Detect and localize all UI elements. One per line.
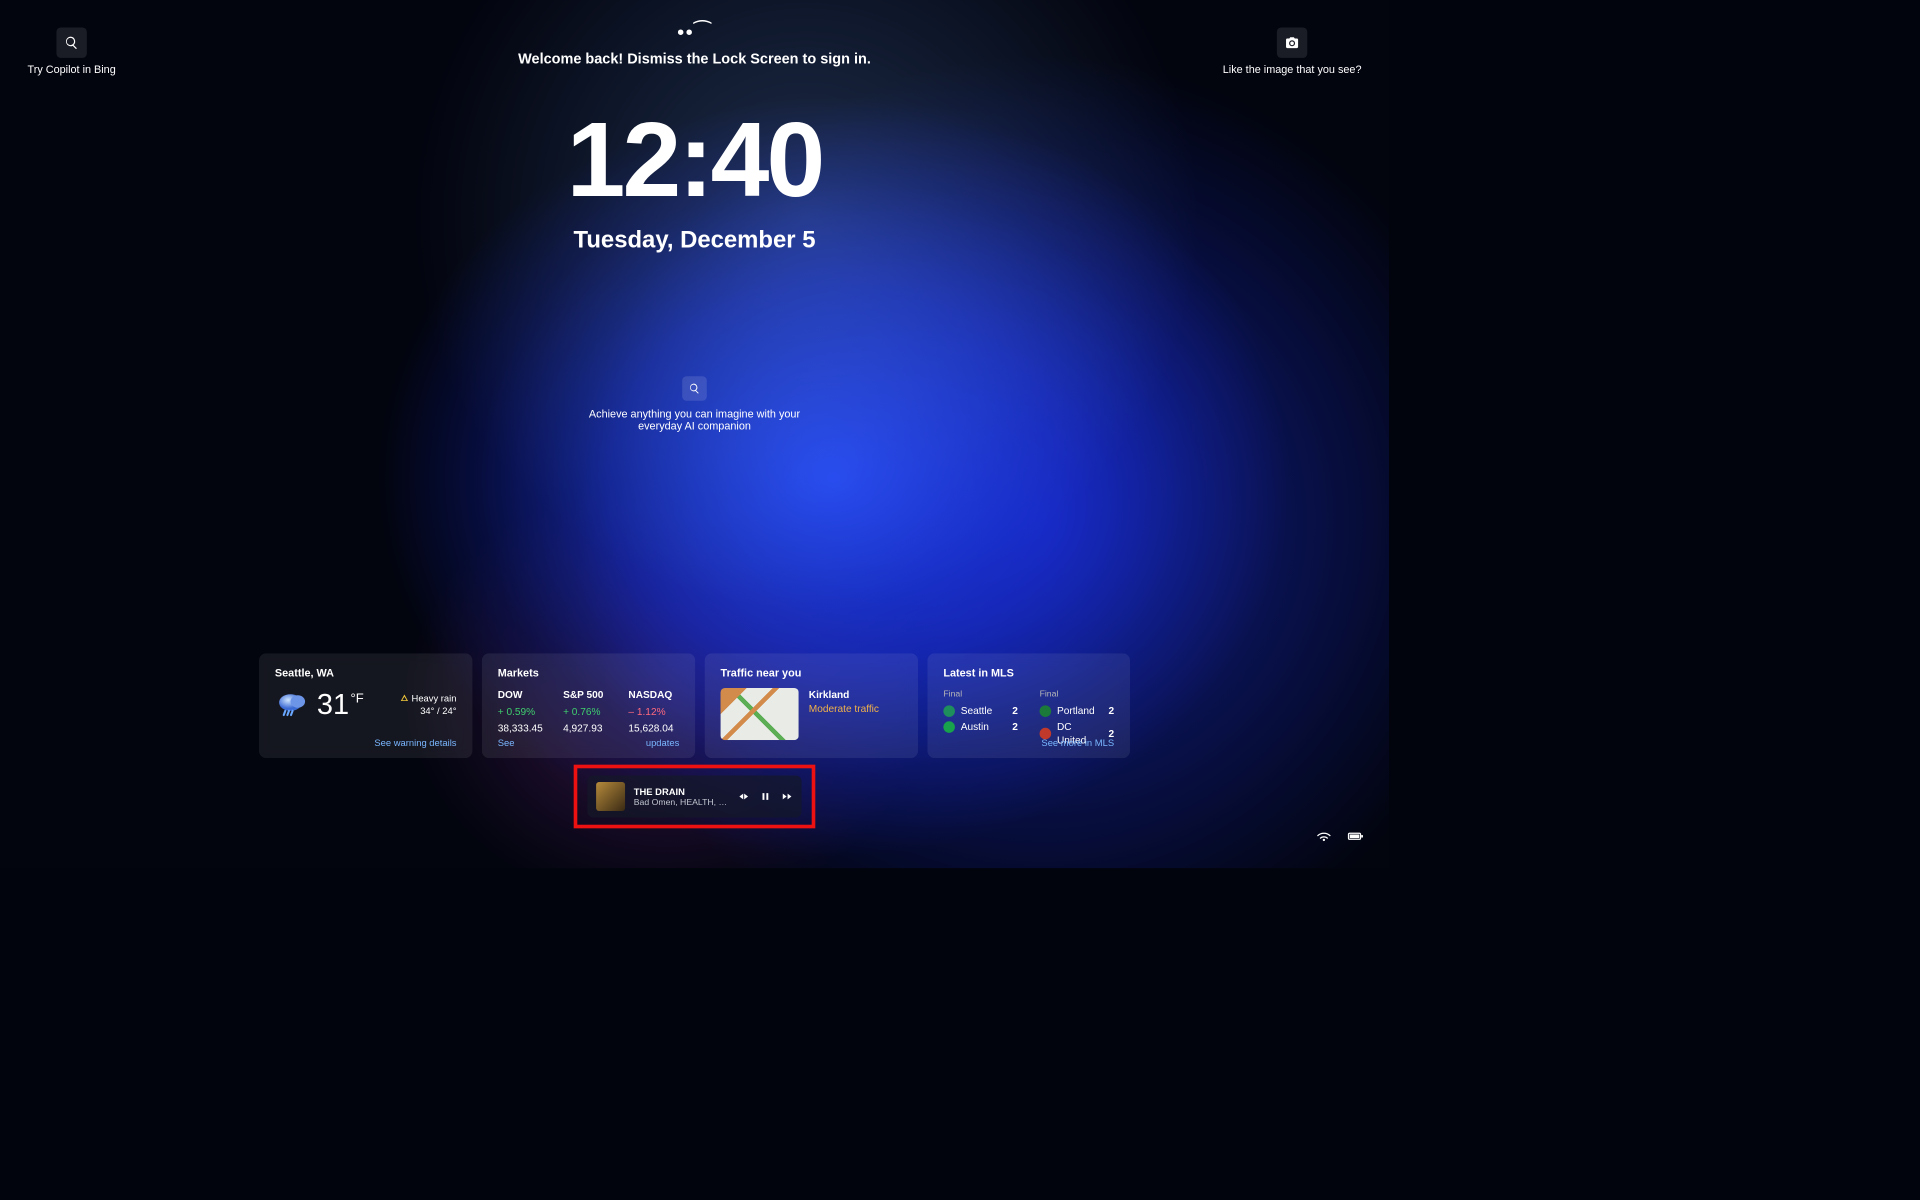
media-highlight-box: THE DRAIN Bad Omen, HEALTH, S… xyxy=(574,765,816,829)
team-badge-icon xyxy=(943,721,955,733)
market-change: + 0.76% xyxy=(563,705,614,719)
weather-hilo: 34° / 24° xyxy=(400,705,456,718)
weather-temp: 31°F xyxy=(317,690,364,719)
weather-details-link[interactable]: See warning details xyxy=(374,737,456,750)
rain-cloud-icon xyxy=(275,688,308,721)
next-track-icon[interactable] xyxy=(781,791,793,803)
search-icon xyxy=(682,376,707,401)
ai-prompt-line2: everyday AI companion xyxy=(0,420,1389,432)
copilot-glyph-icon: ••⁀ xyxy=(0,20,1389,44)
clock-block: 12:40 Tuesday, December 5 xyxy=(0,107,1389,253)
traffic-map-thumb xyxy=(721,688,799,740)
sports-title: Latest in MLS xyxy=(943,666,1114,681)
markets-link-left[interactable]: See xyxy=(498,737,515,750)
weather-location: Seattle, WA xyxy=(275,666,457,681)
team-badge-icon xyxy=(1040,705,1052,717)
wifi-icon[interactable] xyxy=(1315,829,1332,843)
battery-icon[interactable] xyxy=(1347,829,1364,843)
traffic-location: Kirkland xyxy=(809,688,879,702)
center-greeting: ••⁀ Welcome back! Dismiss the Lock Scree… xyxy=(0,20,1389,68)
media-track-artist: Bad Omen, HEALTH, S… xyxy=(634,797,729,807)
sports-col-hdr: Final xyxy=(1040,688,1115,700)
media-player[interactable]: THE DRAIN Bad Omen, HEALTH, S… xyxy=(587,776,801,818)
team-row: Austin2 xyxy=(943,720,1018,734)
markets-card[interactable]: Markets DOW S&P 500 NASDAQ + 0.59% + 0.7… xyxy=(482,653,695,758)
sports-col-hdr: Final xyxy=(943,688,1018,700)
team-row: Portland2 xyxy=(1040,704,1115,718)
weather-condition: Heavy rain xyxy=(400,692,456,705)
traffic-status: Moderate traffic xyxy=(809,702,879,716)
status-tray xyxy=(1315,829,1364,843)
pause-icon[interactable] xyxy=(760,791,772,803)
prev-track-icon[interactable] xyxy=(738,791,750,803)
markets-link-right[interactable]: updates xyxy=(646,737,679,750)
team-row: Seattle2 xyxy=(943,704,1018,718)
welcome-text: Welcome back! Dismiss the Lock Screen to… xyxy=(0,51,1389,68)
warning-icon xyxy=(400,694,409,703)
market-value: 38,333.45 xyxy=(498,721,549,735)
media-track-title: THE DRAIN xyxy=(634,786,729,797)
market-value: 4,927.93 xyxy=(563,721,614,735)
widget-cards-row: Seattle, WA 31°F Heavy rain 34° / 24° Se… xyxy=(259,653,1130,758)
market-change: + 0.59% xyxy=(498,705,549,719)
traffic-card[interactable]: Traffic near you Kirkland Moderate traff… xyxy=(705,653,918,758)
team-badge-icon xyxy=(943,705,955,717)
clock-date: Tuesday, December 5 xyxy=(0,226,1389,253)
market-name: S&P 500 xyxy=(563,688,614,702)
sports-card[interactable]: Latest in MLS Final Seattle2 Austin2 Fin… xyxy=(927,653,1130,758)
ai-prompt-line1: Achieve anything you can imagine with yo… xyxy=(0,408,1389,420)
ai-search-prompt[interactable]: Achieve anything you can imagine with yo… xyxy=(0,376,1389,432)
market-value: 15,628.04 xyxy=(628,721,679,735)
traffic-title: Traffic near you xyxy=(721,666,903,681)
weather-card[interactable]: Seattle, WA 31°F Heavy rain 34° / 24° Se… xyxy=(259,653,472,758)
markets-title: Markets xyxy=(498,666,680,681)
sports-more-link[interactable]: See more in MLS xyxy=(1041,737,1114,750)
clock-time: 12:40 xyxy=(0,107,1389,213)
market-name: NASDAQ xyxy=(628,688,679,702)
album-art xyxy=(596,782,625,811)
market-change: – 1.12% xyxy=(628,705,679,719)
market-name: DOW xyxy=(498,688,549,702)
